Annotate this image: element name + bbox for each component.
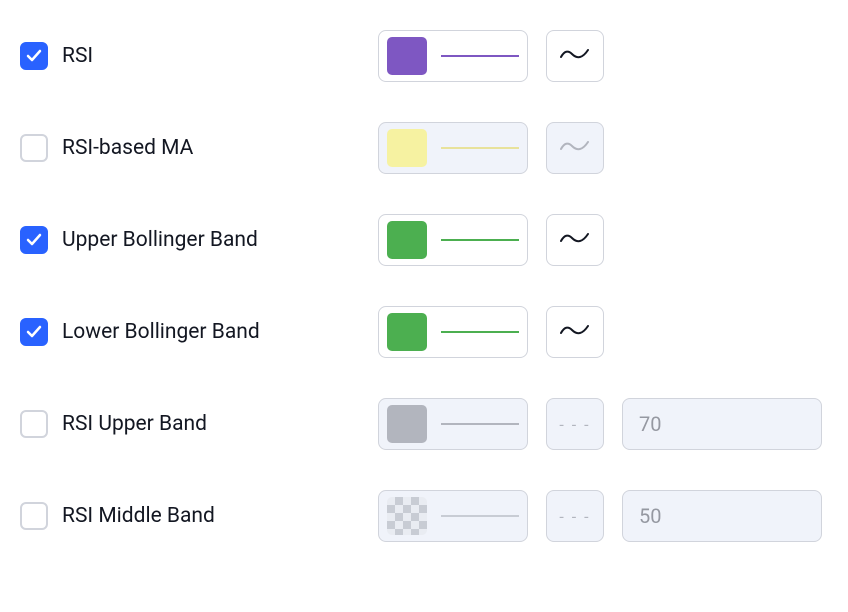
value-input-rsi-upper[interactable]: 70 <box>622 398 822 450</box>
color-picker-upper-bb[interactable] <box>378 214 528 266</box>
label-upper-bb: Upper Bollinger Band <box>62 228 258 252</box>
line-preview <box>441 515 519 517</box>
line-preview <box>441 147 519 149</box>
line-style-picker-rsi-middle[interactable]: - - - <box>546 490 604 542</box>
label-rsi-upper: RSI Upper Band <box>62 412 207 436</box>
color-swatch <box>387 129 427 167</box>
checkbox-label-group: RSI <box>20 42 360 70</box>
line-style-picker-rsi[interactable] <box>546 30 604 82</box>
color-swatch <box>387 497 427 535</box>
checkbox-label-group: Upper Bollinger Band <box>20 226 360 254</box>
style-row-upper-bb: Upper Bollinger Band <box>20 214 828 266</box>
color-picker-rsi-upper[interactable] <box>378 398 528 450</box>
color-picker-rsi-middle[interactable] <box>378 490 528 542</box>
style-row-lower-bb: Lower Bollinger Band <box>20 306 828 358</box>
checkbox-rsi-upper[interactable] <box>20 410 48 438</box>
line-style-picker-rsi-ma[interactable] <box>546 122 604 174</box>
checkbox-lower-bb[interactable] <box>20 318 48 346</box>
style-row-rsi-middle: RSI Middle Band - - - 50 <box>20 490 828 542</box>
style-row-rsi-ma: RSI-based MA <box>20 122 828 174</box>
value-input-rsi-middle[interactable]: 50 <box>622 490 822 542</box>
color-picker-rsi[interactable] <box>378 30 528 82</box>
checkbox-upper-bb[interactable] <box>20 226 48 254</box>
label-rsi-ma: RSI-based MA <box>62 136 193 160</box>
label-lower-bb: Lower Bollinger Band <box>62 320 260 344</box>
color-picker-rsi-ma[interactable] <box>378 122 528 174</box>
dash-icon: - - - <box>559 415 590 434</box>
wave-icon <box>560 136 590 160</box>
line-preview <box>441 423 519 425</box>
checkbox-label-group: Lower Bollinger Band <box>20 318 360 346</box>
line-preview <box>441 55 519 57</box>
checkbox-label-group: RSI-based MA <box>20 134 360 162</box>
style-row-rsi: RSI <box>20 30 828 82</box>
color-swatch <box>387 405 427 443</box>
color-picker-lower-bb[interactable] <box>378 306 528 358</box>
line-style-picker-rsi-upper[interactable]: - - - <box>546 398 604 450</box>
line-preview <box>441 331 519 333</box>
line-preview <box>441 239 519 241</box>
dash-icon: - - - <box>559 507 590 526</box>
wave-icon <box>560 320 590 344</box>
checkbox-label-group: RSI Middle Band <box>20 502 360 530</box>
color-swatch <box>387 221 427 259</box>
color-swatch <box>387 313 427 351</box>
wave-icon <box>560 44 590 68</box>
checkbox-rsi-ma[interactable] <box>20 134 48 162</box>
style-row-rsi-upper: RSI Upper Band - - - 70 <box>20 398 828 450</box>
label-rsi: RSI <box>62 44 93 68</box>
checkbox-label-group: RSI Upper Band <box>20 410 360 438</box>
color-swatch <box>387 37 427 75</box>
line-style-picker-upper-bb[interactable] <box>546 214 604 266</box>
label-rsi-middle: RSI Middle Band <box>62 504 215 528</box>
line-style-picker-lower-bb[interactable] <box>546 306 604 358</box>
checkbox-rsi[interactable] <box>20 42 48 70</box>
wave-icon <box>560 228 590 252</box>
checkbox-rsi-middle[interactable] <box>20 502 48 530</box>
